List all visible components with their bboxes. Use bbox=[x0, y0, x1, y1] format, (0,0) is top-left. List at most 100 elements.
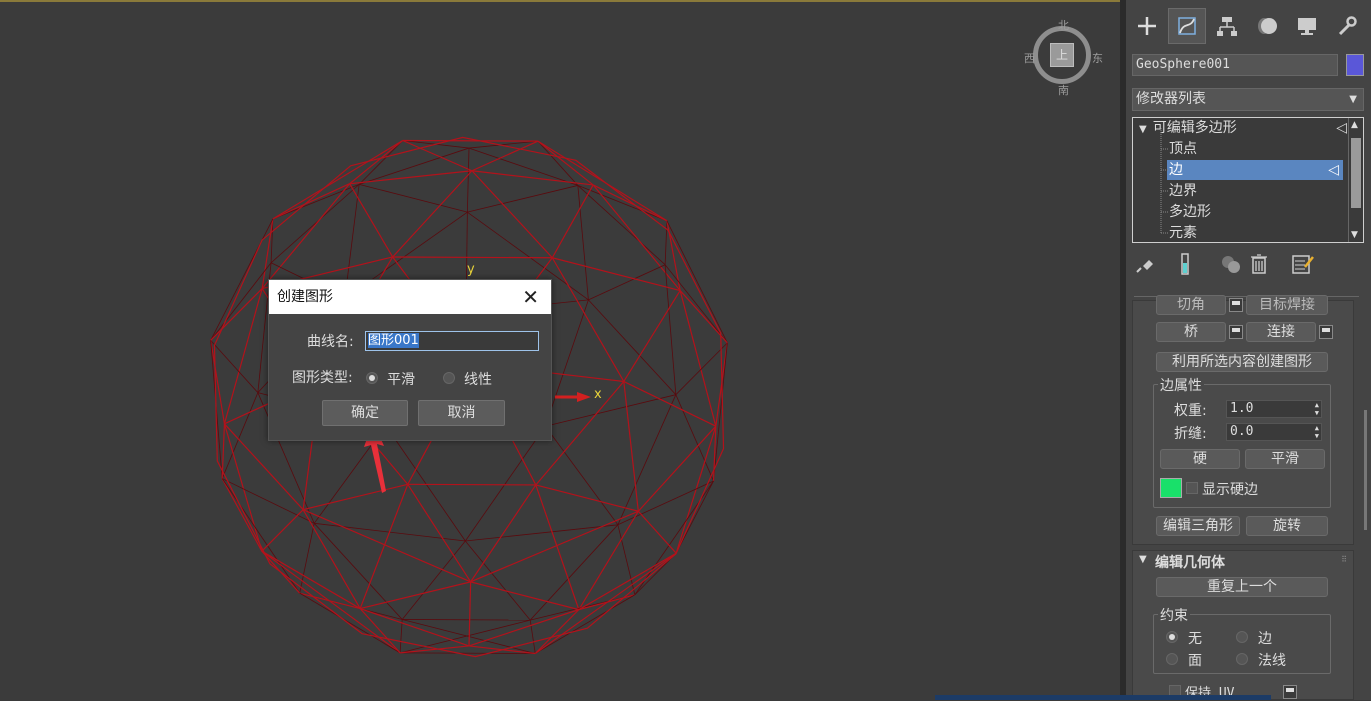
collapse-triangle-icon: ▼ bbox=[1139, 124, 1147, 135]
create-shape-from-selection-button[interactable]: 利用所选内容创建图形 bbox=[1156, 352, 1328, 372]
compass-east[interactable]: 东 bbox=[1092, 50, 1103, 66]
smooth-radio[interactable] bbox=[366, 372, 378, 384]
motion-icon bbox=[1258, 18, 1277, 34]
taskbar-strip bbox=[935, 695, 1271, 700]
smooth-button[interactable]: 平滑 bbox=[1245, 449, 1325, 469]
curve-name-input[interactable]: 图形001 bbox=[365, 331, 539, 351]
perspective-viewport[interactable]: y x 上 北 南 东 西 bbox=[0, 0, 1120, 700]
weight-spinner[interactable]: 1.0 ▲ ▼ bbox=[1226, 400, 1322, 418]
smooth-radio-label[interactable]: 平滑 bbox=[387, 369, 415, 389]
constraints-label: 约束 bbox=[1158, 605, 1190, 625]
shape-type-label: 图形类型: bbox=[292, 370, 353, 386]
constraint-normal-label[interactable]: 法线 bbox=[1258, 650, 1286, 670]
linear-radio[interactable] bbox=[443, 372, 455, 384]
edit-geometry-rollout: ▼ 编辑几何体 ⠿ 重复上一个 约束 无 边 面 法线 保持 UV bbox=[1132, 550, 1354, 701]
target-weld-button[interactable]: 目标焊接 bbox=[1246, 295, 1328, 315]
chamfer-button[interactable]: 切角 bbox=[1156, 295, 1226, 315]
repeat-last-button[interactable]: 重复上一个 bbox=[1156, 577, 1328, 597]
scroll-up-icon[interactable]: ▲ bbox=[1351, 120, 1358, 130]
connect-button[interactable]: 连接 bbox=[1246, 322, 1316, 342]
tab-create[interactable] bbox=[1128, 8, 1166, 44]
stack-scrollbar[interactable]: ▲ ▼ bbox=[1348, 118, 1363, 242]
edit-geometry-title[interactable]: 编辑几何体 bbox=[1155, 552, 1225, 572]
linear-radio-label[interactable]: 线性 bbox=[464, 369, 492, 389]
stack-item-element[interactable]: 元素 bbox=[1169, 223, 1197, 242]
scroll-thumb[interactable] bbox=[1351, 138, 1361, 208]
bridge-settings-button[interactable] bbox=[1229, 325, 1243, 339]
constraint-none-radio[interactable] bbox=[1166, 631, 1178, 643]
connect-settings-button[interactable] bbox=[1319, 325, 1333, 339]
stack-item-vertex[interactable]: 顶点 bbox=[1169, 139, 1197, 159]
compass-west[interactable]: 西 bbox=[1024, 50, 1035, 66]
x-axis-arrow bbox=[555, 392, 591, 402]
close-icon[interactable]: ✕ bbox=[522, 280, 539, 314]
show-hard-edges-label[interactable]: 显示硬边 bbox=[1202, 479, 1258, 499]
axis-y-label: y bbox=[467, 262, 475, 277]
turn-button[interactable]: 旋转 bbox=[1246, 516, 1328, 536]
tab-display[interactable] bbox=[1288, 8, 1326, 44]
constraints-group: 约束 无 边 面 法线 bbox=[1153, 605, 1331, 674]
constraint-none-label[interactable]: 无 bbox=[1188, 628, 1202, 648]
constraint-edge-radio[interactable] bbox=[1236, 631, 1248, 643]
tab-utilities[interactable] bbox=[1328, 8, 1366, 44]
triangle-left-icon: ◁ bbox=[1336, 120, 1347, 136]
viewcube[interactable]: 上 北 南 东 西 bbox=[1024, 19, 1103, 97]
tree-lines bbox=[1160, 128, 1169, 234]
triangle-left-icon: ◁ bbox=[1328, 162, 1339, 178]
display-icon bbox=[1298, 18, 1316, 35]
compass-north[interactable]: 北 bbox=[1058, 17, 1069, 33]
chamfer-settings-button[interactable] bbox=[1229, 298, 1243, 312]
edge-properties-label: 边属性 bbox=[1158, 375, 1204, 395]
modifier-stack[interactable]: ▼ 可编辑多边形 ◁ 顶点 边 ◁ 边界 多边形 元素 ▲ ▼ bbox=[1132, 117, 1364, 243]
create-shape-dialog: 创建图形 ✕ 曲线名: 图形001 图形类型: 平滑 线性 确定 取消 bbox=[268, 279, 552, 441]
rollout-collapse-icon[interactable]: ▼ bbox=[1139, 554, 1147, 565]
viewcube-top-face[interactable]: 上 bbox=[1050, 43, 1074, 67]
geosphere-wireframe[interactable] bbox=[0, 2, 1120, 700]
axis-x-label: x bbox=[594, 387, 602, 402]
cancel-button[interactable]: 取消 bbox=[418, 400, 505, 426]
constraint-face-radio[interactable] bbox=[1166, 653, 1178, 665]
show-end-result-icon[interactable] bbox=[1172, 250, 1198, 278]
command-panel-tabs bbox=[1126, 8, 1371, 44]
object-color-swatch[interactable] bbox=[1346, 54, 1364, 76]
curve-name-label: 曲线名: bbox=[307, 334, 354, 350]
hierarchy-icon bbox=[1217, 17, 1237, 36]
crease-spinner[interactable]: 0.0 ▲ ▼ bbox=[1226, 423, 1322, 441]
ok-button[interactable]: 确定 bbox=[322, 400, 408, 426]
stack-item-edge[interactable]: 边 ◁ bbox=[1167, 160, 1343, 180]
compass-south[interactable]: 南 bbox=[1058, 82, 1069, 98]
show-hard-edges-checkbox[interactable] bbox=[1186, 482, 1198, 494]
wrench-icon bbox=[1338, 16, 1357, 36]
constraint-normal-radio[interactable] bbox=[1236, 653, 1248, 665]
edit-edges-rollout: 切角 目标焊接 桥 连接 利用所选内容创建图形 边属性 权重: 1.0 ▲ ▼ 折缝… bbox=[1132, 295, 1354, 545]
bridge-button[interactable]: 桥 bbox=[1156, 322, 1226, 342]
crease-label: 折缝: bbox=[1174, 426, 1207, 442]
delete-modifier-icon[interactable] bbox=[1246, 250, 1272, 278]
pin-stack-icon[interactable] bbox=[1132, 250, 1158, 278]
constraint-edge-label[interactable]: 边 bbox=[1258, 628, 1272, 648]
scroll-down-icon[interactable]: ▼ bbox=[1351, 230, 1358, 240]
stack-item-editable-poly[interactable]: ▼ 可编辑多边形 ◁ bbox=[1139, 118, 1349, 138]
stack-item-border[interactable]: 边界 bbox=[1169, 181, 1197, 201]
stack-toolbar bbox=[1132, 250, 1364, 278]
object-name-field[interactable]: GeoSphere001 bbox=[1132, 54, 1338, 76]
configure-modifier-sets-icon[interactable] bbox=[1290, 250, 1316, 278]
tab-motion[interactable] bbox=[1248, 8, 1286, 44]
dialog-title: 创建图形 bbox=[269, 280, 551, 314]
make-unique-icon[interactable] bbox=[1218, 250, 1244, 278]
modifier-list-dropdown[interactable]: 修改器列表 ▼ bbox=[1132, 88, 1364, 111]
modify-icon bbox=[1178, 17, 1196, 35]
chevron-down-icon: ▼ bbox=[1349, 94, 1357, 105]
edit-triangulation-button[interactable]: 编辑三角形 bbox=[1156, 516, 1240, 536]
edge-properties-group: 边属性 权重: 1.0 ▲ ▼ 折缝: 0.0 ▲ ▼ 硬 平滑 显示硬边 bbox=[1153, 375, 1331, 508]
tab-modify[interactable] bbox=[1168, 8, 1206, 44]
constraint-face-label[interactable]: 面 bbox=[1188, 650, 1202, 670]
stack-item-polygon[interactable]: 多边形 bbox=[1169, 202, 1211, 222]
hard-button[interactable]: 硬 bbox=[1160, 449, 1240, 469]
panel-scrollbar[interactable] bbox=[1364, 410, 1367, 530]
hard-edge-color-swatch[interactable] bbox=[1160, 478, 1182, 498]
preserve-uv-settings-button[interactable] bbox=[1283, 685, 1297, 699]
tab-hierarchy[interactable] bbox=[1208, 8, 1246, 44]
command-panel: GeoSphere001 修改器列表 ▼ ▼ 可编辑多边形 ◁ 顶点 边 ◁ 边界… bbox=[1126, 0, 1371, 701]
rollout-grip-icon[interactable]: ⠿ bbox=[1341, 555, 1347, 564]
